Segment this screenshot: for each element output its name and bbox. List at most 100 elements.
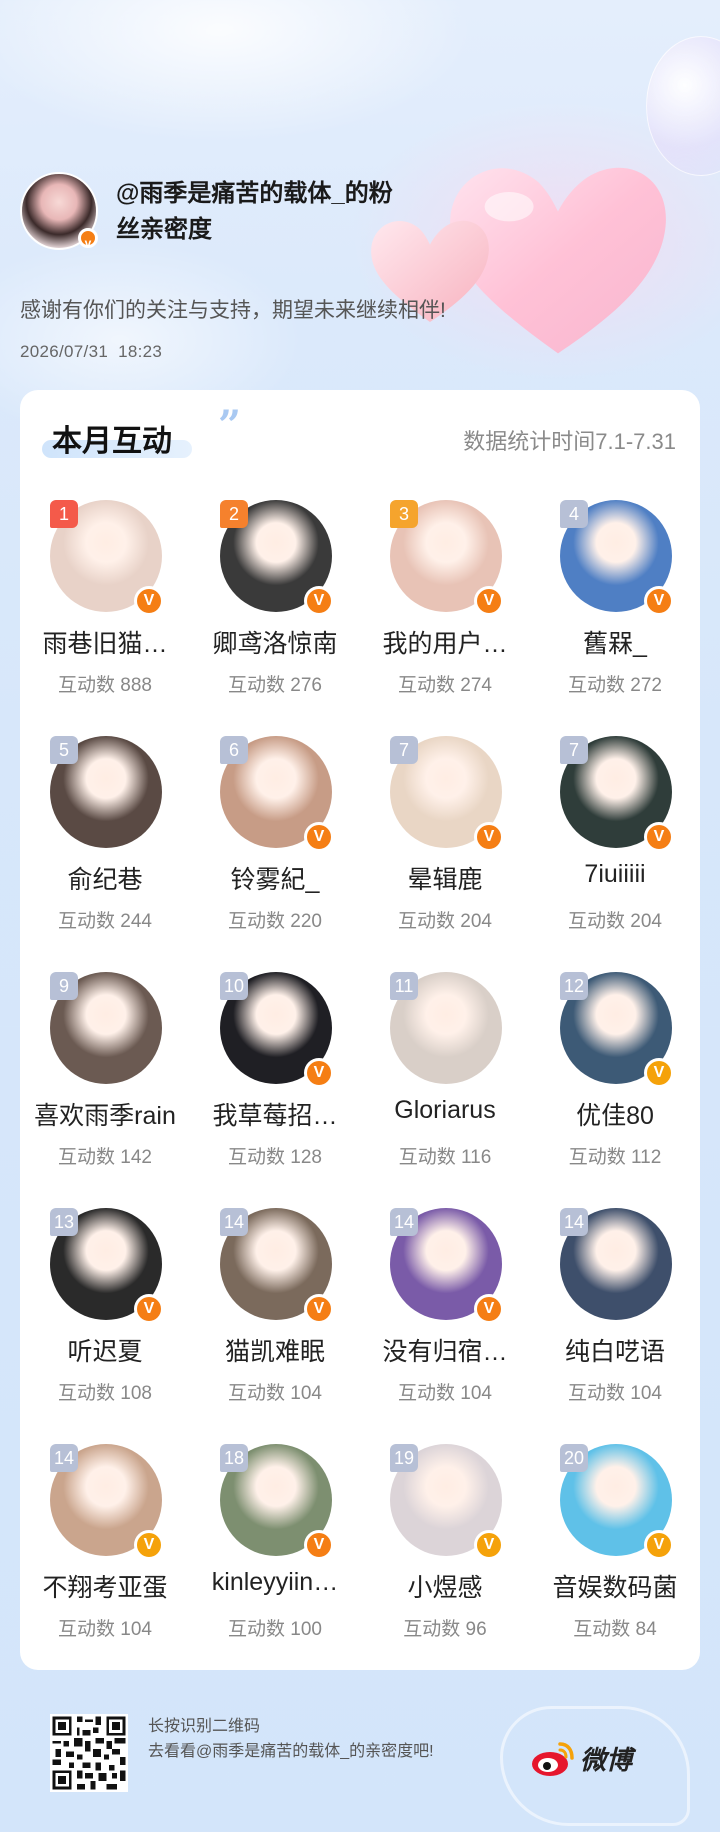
fan-item[interactable]: 18 Vkinleyyiin… 互动数 100 — [190, 1444, 360, 1680]
verified-badge-icon: V — [304, 586, 334, 616]
verified-badge-icon: V — [134, 1530, 164, 1560]
card-title: 本月互动 — [52, 425, 172, 458]
interaction-count: 互动数 116 — [398, 1147, 492, 1168]
verified-badge-icon: V — [474, 1294, 504, 1324]
profile-avatar[interactable]: v — [20, 172, 98, 250]
fan-name[interactable]: 我草莓招… — [196, 1096, 354, 1132]
interaction-count: 互动数 112 — [568, 1147, 662, 1168]
interaction-count: 互动数 220 — [228, 911, 322, 932]
fan-name[interactable]: 雨巷旧猫… — [26, 624, 184, 660]
fan-name[interactable]: 7iuiiiii — [536, 860, 694, 889]
fan-item[interactable]: 7 V 晕辑鹿互动数 204 — [360, 736, 530, 972]
generated-datetime: 2026/07/31 18:23 — [20, 342, 163, 361]
quote-mark-icon: ” — [218, 402, 242, 449]
rank-badge: 7 — [560, 736, 588, 764]
rank-badge: 18 — [220, 1444, 249, 1472]
fan-name[interactable]: 优佳80 — [536, 1096, 694, 1132]
fan-item[interactable]: 12 V 优佳80 互动数 112 — [530, 972, 700, 1208]
fan-name[interactable]: 我的用户… — [366, 624, 524, 660]
rank-badge: 14 — [560, 1208, 589, 1236]
verified-badge-icon: V — [304, 1294, 334, 1324]
card-title-wrap: 本月互动 ” — [40, 406, 241, 464]
verified-badge-icon: V — [644, 1058, 674, 1088]
interaction-count: 互动数 100 — [228, 1619, 322, 1640]
rank-badge: 9 — [50, 972, 78, 1000]
interaction-count: 互动数 108 — [58, 1383, 152, 1404]
fan-item[interactable]: 14 V 猫凯难眠 互动数 104 — [190, 1208, 360, 1444]
fan-item[interactable]: 5 俞纪巷 互动数 244 — [20, 736, 190, 972]
verified-badge-icon: V — [304, 1530, 334, 1560]
fan-item[interactable]: 3 V 我的用户… 互动数 274 — [360, 500, 530, 736]
interaction-count: 互动数 888 — [58, 675, 152, 696]
interaction-count: 互动数 204 — [398, 911, 492, 932]
fan-item[interactable]: 14 V 不翔考亚蛋 互动数 104 — [20, 1444, 190, 1680]
rank-badge: 11 — [390, 972, 418, 1000]
interaction-card: 本月互动 ” 数据统计时间7.1-7.31 1 V 雨巷旧猫… 互动数 888 2 V 卿鸢… — [20, 390, 700, 1670]
fan-item[interactable]: 19 V 小煜感互动数 96 — [360, 1444, 530, 1680]
rank-badge: 14 — [390, 1208, 419, 1236]
fan-name[interactable]: 喜欢雨季rain — [26, 1096, 184, 1132]
fan-name[interactable]: 猫凯难眠 — [196, 1332, 354, 1368]
fan-item[interactable]: 4 V 舊槑_ 互动数 272 — [530, 500, 700, 736]
rank-badge: 14 — [220, 1208, 249, 1236]
fan-name[interactable]: 卿鸢洛惊南 — [196, 624, 354, 660]
rank-badge: 6 — [220, 736, 248, 764]
fan-item[interactable]: 6 V 铃雾紀_ 互动数 220 — [190, 736, 360, 972]
verified-badge-icon: V — [134, 1294, 164, 1324]
interaction-count: 互动数 244 — [58, 911, 152, 932]
weibo-brand-text: 微博 — [580, 1746, 633, 1776]
rank-badge: 20 — [560, 1444, 589, 1472]
fan-item[interactable]: 11 Gloriarus 互动数 116 — [360, 972, 530, 1208]
fan-name[interactable]: 俞纪巷 — [26, 860, 184, 896]
verified-badge-icon: V — [474, 1530, 504, 1560]
interaction-count: 互动数 204 — [568, 911, 662, 932]
verified-badge-icon: V — [644, 1530, 674, 1560]
rank-badge: 2 — [220, 500, 248, 528]
fan-item[interactable]: 9 喜欢雨季rain 互动数 142 — [20, 972, 190, 1208]
fan-name[interactable]: 晕辑鹿 — [366, 860, 524, 896]
fan-name[interactable]: 音娱数码菌 — [536, 1568, 694, 1604]
fan-item[interactable]: 7 V 7iuiiiii 互动数 204 — [530, 736, 700, 972]
fan-item[interactable]: 1 V 雨巷旧猫… 互动数 888 — [20, 500, 190, 736]
fan-item[interactable]: 10 V 我草莓招… 互动数 128 — [190, 972, 360, 1208]
fan-item[interactable]: 14 V 没有归宿… 互动数 104 — [360, 1208, 530, 1444]
fan-grid: 1 V 雨巷旧猫… 互动数 888 2 V 卿鸢洛惊南互动数 276 3 V 我的用户… 互动数 2… — [20, 500, 700, 1680]
page-title: @雨季是痛苦的载体_的粉丝亲密度 — [116, 180, 393, 243]
fan-name[interactable]: 听迟夏 — [26, 1332, 184, 1368]
fan-name[interactable]: 没有归宿… — [366, 1332, 524, 1368]
qr-code-icon[interactable] — [50, 1714, 128, 1792]
footer: 长按识别二维码 去看看@雨季是痛苦的载体_的亲密度吧! 微博 — [0, 1690, 720, 1832]
fan-name[interactable]: 纯白呓语 — [536, 1332, 694, 1368]
fan-name[interactable]: 不翔考亚蛋 — [26, 1568, 184, 1604]
interaction-count: 互动数 104 — [568, 1383, 662, 1404]
verified-badge-icon: V — [474, 822, 504, 852]
interaction-count: 互动数 104 — [398, 1383, 492, 1404]
interaction-count: 互动数 272 — [568, 675, 662, 696]
rank-badge: 14 — [50, 1444, 79, 1472]
fan-item[interactable]: 20 V 音娱数码菌 互动数 84 — [530, 1444, 700, 1680]
verified-badge-icon: V — [474, 586, 504, 616]
profile-header: v @雨季是痛苦的载体_的粉丝亲密度 — [20, 172, 460, 252]
fan-item[interactable]: 2 V 卿鸢洛惊南互动数 276 — [190, 500, 360, 736]
fan-name[interactable]: 舊槑_ — [536, 624, 694, 660]
verified-badge-icon: V — [304, 1058, 334, 1088]
interaction-count: 互动数 96 — [403, 1619, 487, 1640]
verified-badge-icon: V — [644, 822, 674, 852]
interaction-count: 互动数 128 — [228, 1147, 322, 1168]
fan-item[interactable]: 13 V 听迟夏 互动数 108 — [20, 1208, 190, 1444]
weibo-logo: 微博 — [530, 1736, 690, 1788]
rank-badge: 1 — [50, 500, 78, 528]
rank-badge: 3 — [390, 500, 418, 528]
verified-badge-icon: V — [644, 586, 674, 616]
interaction-count: 互动数 276 — [228, 675, 322, 696]
rank-badge: 12 — [560, 972, 589, 1000]
verified-badge-icon: v — [78, 228, 98, 250]
verified-badge-icon: V — [304, 822, 334, 852]
rank-badge: 19 — [390, 1444, 419, 1472]
fan-name[interactable]: 铃雾紀_ — [196, 860, 354, 896]
fan-item[interactable]: 14 纯白呓语互动数 104 — [530, 1208, 700, 1444]
rank-badge: 7 — [390, 736, 418, 764]
fan-name[interactable]: 小煜感 — [366, 1568, 524, 1604]
fan-name[interactable]: Gloriarus — [366, 1096, 524, 1125]
fan-name[interactable]: kinleyyiin… — [196, 1568, 354, 1597]
